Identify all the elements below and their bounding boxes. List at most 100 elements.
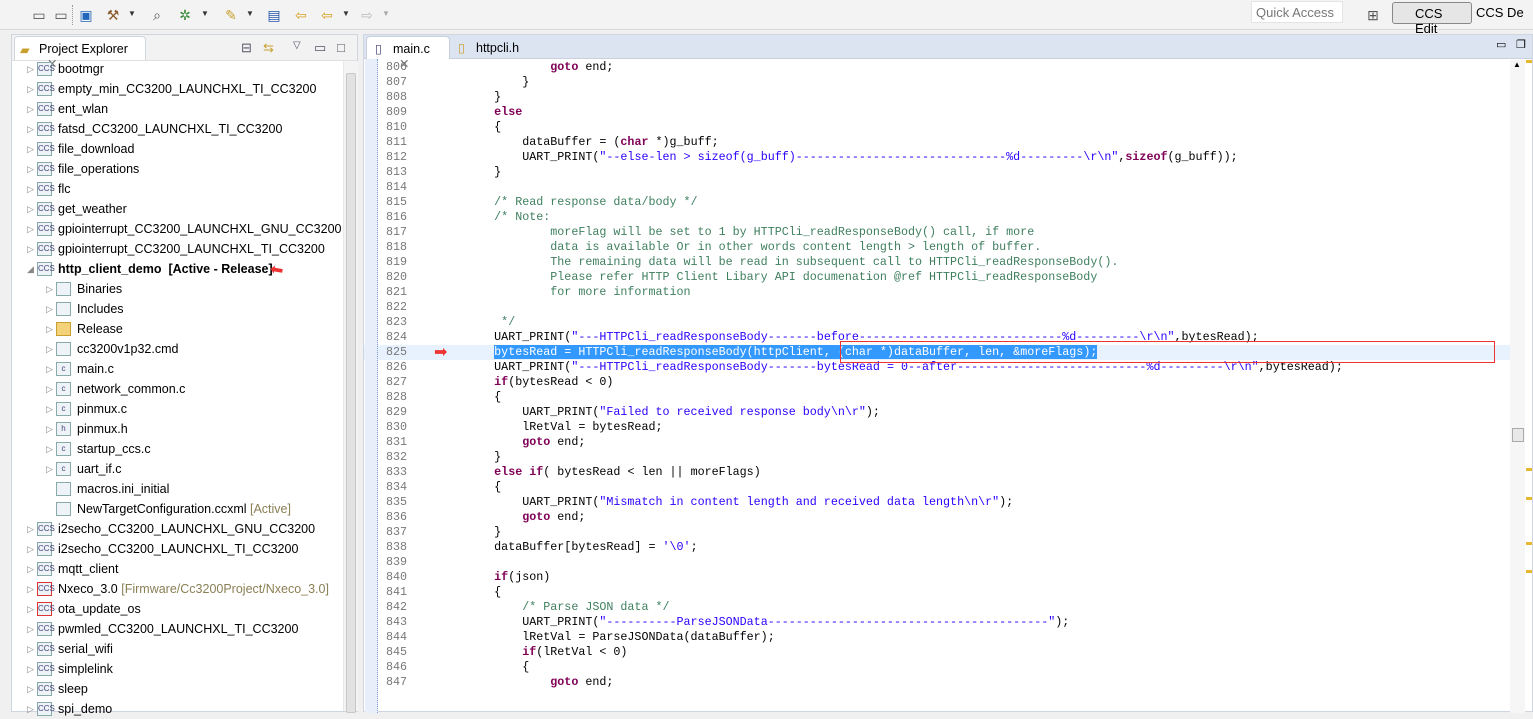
collapsed-toggle-icon[interactable]: ▷	[27, 619, 34, 639]
tab-httpcli-h[interactable]: ▯ httpcli.h	[450, 36, 540, 59]
perspective-ccs-edit[interactable]: CCS Edit	[1392, 2, 1472, 36]
code-line[interactable]: 839	[364, 555, 1510, 570]
code-line[interactable]: 841 {	[364, 585, 1510, 600]
collapsed-toggle-icon[interactable]: ▷	[27, 119, 34, 139]
code-line[interactable]: 823 */	[364, 315, 1510, 330]
build-hammer-icon[interactable]: ⚒	[104, 6, 122, 24]
code-line[interactable]: 818 data is available Or in other words …	[364, 240, 1510, 255]
code-line[interactable]: 812 UART_PRINT("--else-len > sizeof(g_bu…	[364, 150, 1510, 165]
flash-tool-icon[interactable]: ✎	[222, 6, 240, 24]
tree-item[interactable]: ▷ c pinmux.c	[12, 399, 342, 419]
collapsed-toggle-icon[interactable]: ▷	[27, 519, 34, 539]
tab-project-explorer[interactable]: ▰ Project Explorer ✕	[14, 36, 146, 71]
tree-item[interactable]: ▷ CCS fatsd_CC3200_LAUNCHXL_TI_CC3200	[12, 119, 342, 139]
tree-item[interactable]: ▷ Release	[12, 319, 342, 339]
collapsed-toggle-icon[interactable]: ▷	[46, 319, 53, 339]
collapsed-toggle-icon[interactable]: ▷	[27, 659, 34, 679]
code-line[interactable]: 814	[364, 180, 1510, 195]
collapsed-toggle-icon[interactable]: ▷	[46, 439, 53, 459]
minimize-icon[interactable]: ▭	[1496, 38, 1506, 51]
tree-item[interactable]: ▷ CCS empty_min_CC3200_LAUNCHXL_TI_CC3200	[12, 79, 342, 99]
back-dropdown-icon[interactable]: ▼	[342, 9, 350, 18]
code-line[interactable]: 830 lRetVal = bytesRead;	[364, 420, 1510, 435]
collapse-all-icon[interactable]: ⊟	[241, 40, 252, 56]
code-line[interactable]: 810 {	[364, 120, 1510, 135]
collapsed-toggle-icon[interactable]: ▷	[27, 179, 34, 199]
debug-dropdown-icon[interactable]: ▼	[201, 9, 209, 18]
tree-item[interactable]: ▷ h pinmux.h	[12, 419, 342, 439]
code-line[interactable]: 836 goto end;	[364, 510, 1510, 525]
tree-item[interactable]: ▷ c network_common.c	[12, 379, 342, 399]
collapsed-toggle-icon[interactable]: ▷	[27, 239, 34, 259]
code-line[interactable]: 840 if(json)	[364, 570, 1510, 585]
code-line[interactable]: 820 Please refer HTTP Client Libary API …	[364, 270, 1510, 285]
code-line[interactable]: 811 dataBuffer = (char *)g_buff;	[364, 135, 1510, 150]
tree-item[interactable]: ▷ c main.c	[12, 359, 342, 379]
scrollbar-thumb[interactable]	[1512, 428, 1524, 442]
tree-item[interactable]: ▷ CCS serial_wifi	[12, 639, 342, 659]
tree-item[interactable]: ▷ CCS file_operations	[12, 159, 342, 179]
restore-icon[interactable]: ❐	[1516, 38, 1526, 51]
code-line[interactable]: 807 }	[364, 75, 1510, 90]
code-line[interactable]: 828 {	[364, 390, 1510, 405]
tree-item[interactable]: NewTargetConfiguration.ccxmlNewTargetCon…	[12, 499, 342, 519]
save-all-icon[interactable]: ▭	[52, 6, 70, 24]
tree-item[interactable]: ▷ CCS simplelink	[12, 659, 342, 679]
code-line[interactable]: 832 }	[364, 450, 1510, 465]
tree-item[interactable]: ▷ CCS pwmled_CC3200_LAUNCHXL_TI_CC3200	[12, 619, 342, 639]
collapsed-toggle-icon[interactable]: ▷	[46, 419, 53, 439]
code-line[interactable]: 834 {	[364, 480, 1510, 495]
collapsed-toggle-icon[interactable]: ▷	[27, 219, 34, 239]
collapsed-toggle-icon[interactable]: ▷	[46, 279, 53, 299]
tree-item[interactable]: ▷CCSNxeco_3.0Nxeco_3.0 [Firmware/Cc3200P…	[12, 579, 342, 599]
collapsed-toggle-icon[interactable]: ▷	[27, 639, 34, 659]
code-area[interactable]: 806 goto end; 807 } 808 } 809 else 810 {811 …	[364, 60, 1510, 713]
collapsed-toggle-icon[interactable]: ▷	[27, 559, 34, 579]
tree-item[interactable]: ▷ CCS flc	[12, 179, 342, 199]
flash-dropdown-icon[interactable]: ▼	[246, 9, 254, 18]
code-line[interactable]: 845 if(lRetVal < 0)	[364, 645, 1510, 660]
code-line[interactable]: 837 }	[364, 525, 1510, 540]
tree-item[interactable]: ▷ CCS file_download	[12, 139, 342, 159]
scrollbar-thumb[interactable]	[346, 73, 356, 713]
tree-item[interactable]: ▷ cc3200v1p32.cmd	[12, 339, 342, 359]
code-line[interactable]: 813 }	[364, 165, 1510, 180]
collapsed-toggle-icon[interactable]: ▷	[27, 159, 34, 179]
code-line[interactable]: 847 goto end;	[364, 675, 1510, 690]
tree-item[interactable]: ▷ CCS sleep	[12, 679, 342, 699]
tree-item[interactable]: ▷ CCS i2secho_CC3200_LAUNCHXL_TI_CC3200	[12, 539, 342, 559]
tree-item[interactable]: ▷ Includes	[12, 299, 342, 319]
code-line[interactable]: 846 {	[364, 660, 1510, 675]
back-arrow-icon[interactable]: ⇦	[318, 6, 336, 24]
tree-item[interactable]: ▷ CCS get_weather	[12, 199, 342, 219]
editor-scrollbar[interactable]: ▲	[1510, 60, 1525, 713]
collapsed-toggle-icon[interactable]: ▷	[46, 359, 53, 379]
collapsed-toggle-icon[interactable]: ▷	[46, 399, 53, 419]
collapsed-toggle-icon[interactable]: ▷	[27, 99, 34, 119]
tree-item[interactable]: ▷ CCS bootmgr	[12, 59, 342, 79]
tab-main-c[interactable]: ▯ main.c ✕	[366, 36, 450, 71]
debug-bug-icon[interactable]: ✲	[176, 6, 194, 24]
code-line[interactable]: 819 The remaining data will be read in s…	[364, 255, 1510, 270]
collapsed-toggle-icon[interactable]: ▷	[27, 679, 34, 699]
collapsed-toggle-icon[interactable]: ▷	[46, 299, 53, 319]
collapsed-toggle-icon[interactable]: ▷	[27, 139, 34, 159]
tree-item[interactable]: ◢CCShttp_client_demohttp_client_demo [Ac…	[12, 259, 342, 279]
tree-item[interactable]: ▷ CCS gpiointerrupt_CC3200_LAUNCHXL_TI_CC3…	[12, 239, 342, 259]
tree-item[interactable]: ▷ Binaries	[12, 279, 342, 299]
collapsed-toggle-icon[interactable]: ▷	[46, 459, 53, 479]
link-with-editor-icon[interactable]: ⇆	[263, 40, 274, 56]
tree-item[interactable]: macros.ini_initial	[12, 479, 342, 499]
search-icon[interactable]: ⌕	[148, 6, 166, 24]
collapsed-toggle-icon[interactable]: ▷	[46, 339, 53, 359]
collapsed-toggle-icon[interactable]: ▷	[27, 579, 34, 599]
code-line[interactable]: 838 dataBuffer[bytesRead] = '\0';	[364, 540, 1510, 555]
code-line[interactable]: 817 moreFlag will be set to 1 by HTTPCli…	[364, 225, 1510, 240]
collapsed-toggle-icon[interactable]: ▷	[27, 699, 34, 719]
last-edit-icon[interactable]: ⇦	[292, 6, 310, 24]
tree-item[interactable]: ▷ CCS ent_wlan	[12, 99, 342, 119]
terminal-icon[interactable]: ▣	[77, 6, 95, 24]
explorer-scrollbar[interactable]	[343, 61, 358, 713]
tree-item[interactable]: ▷ c startup_ccs.c	[12, 439, 342, 459]
collapsed-toggle-icon[interactable]: ▷	[46, 379, 53, 399]
